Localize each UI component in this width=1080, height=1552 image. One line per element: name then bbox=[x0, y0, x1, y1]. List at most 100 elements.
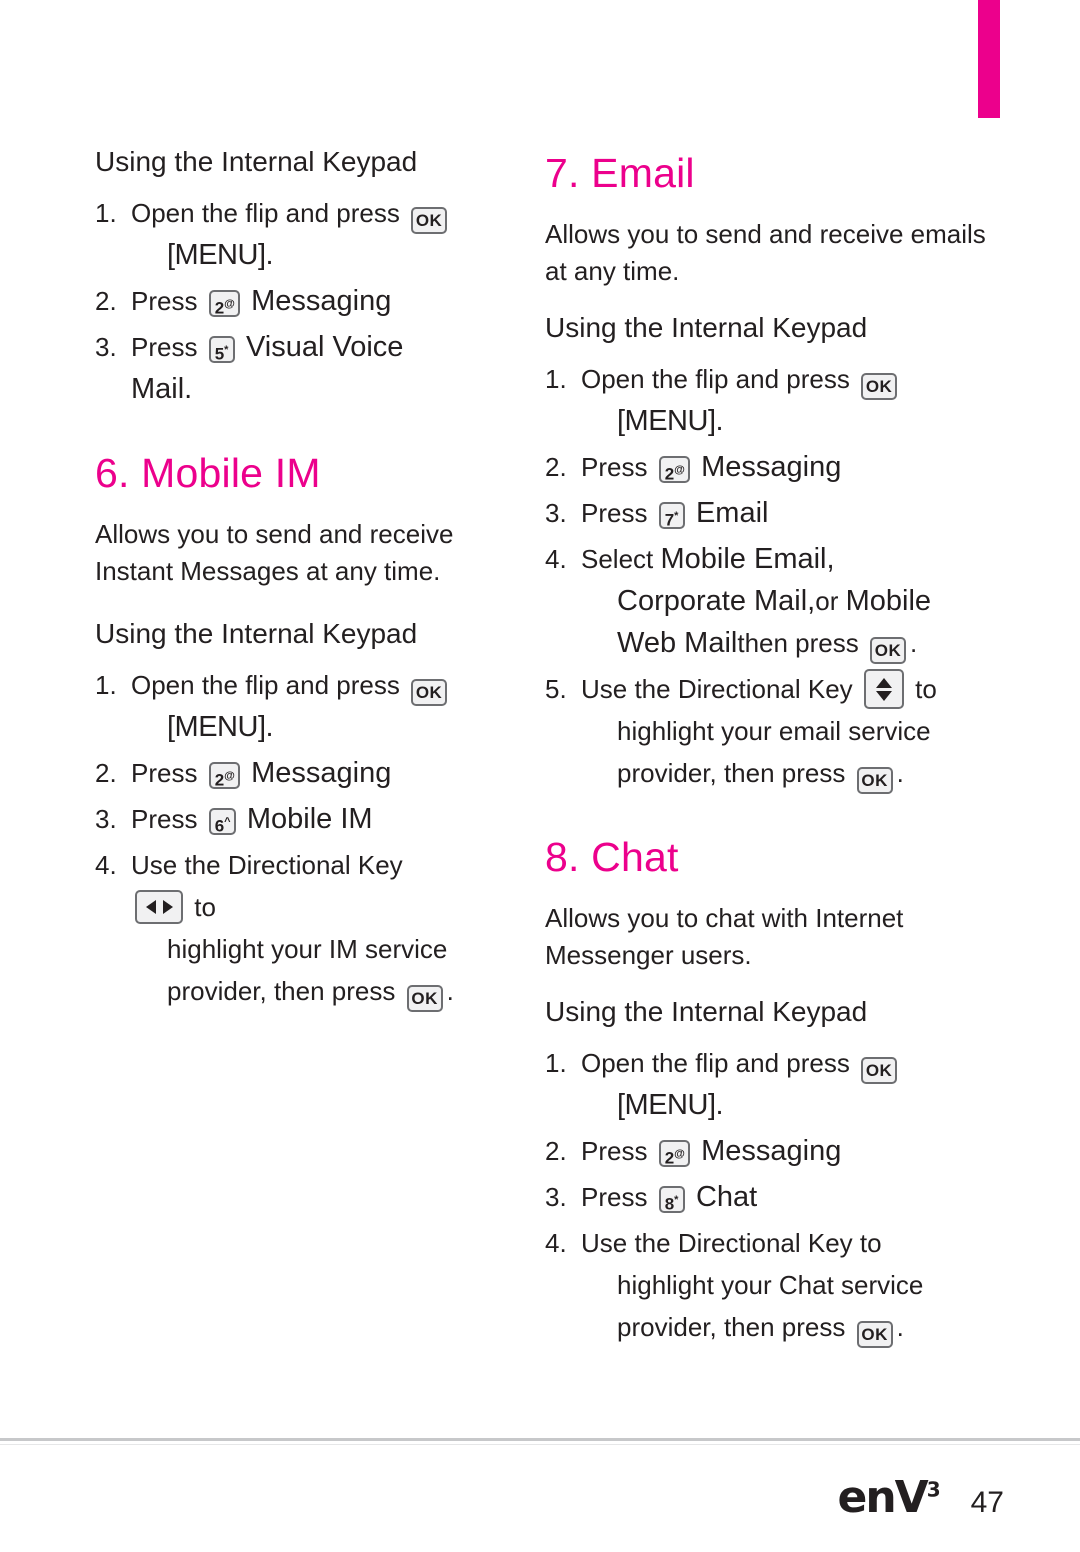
list-item: 3. Press 5* Visual Voice Mail. bbox=[95, 326, 462, 410]
step-number: 1. bbox=[545, 364, 567, 394]
footer-divider-thin bbox=[0, 1444, 1080, 1445]
ok-key-icon: OK bbox=[411, 207, 448, 234]
step-text: Press bbox=[581, 498, 648, 528]
menu-item-label: Messaging bbox=[701, 1135, 842, 1167]
section-intro-mobile-im: Allows you to send and receive Instant M… bbox=[95, 519, 454, 586]
step-line-2: highlight your IM service bbox=[167, 934, 448, 964]
list-item: 2. Press 2@ Messaging bbox=[545, 446, 1010, 488]
step-text: Open the flip and press bbox=[131, 670, 400, 700]
step-number: 1. bbox=[95, 670, 117, 700]
arrow-left-icon bbox=[145, 900, 156, 914]
ok-key-icon: OK bbox=[861, 1057, 898, 1084]
step-line-3-period: . bbox=[896, 758, 904, 788]
page-number: 47 bbox=[970, 1486, 1004, 1519]
step-line-3-text: provider, then press bbox=[167, 976, 396, 1006]
step-number: 3. bbox=[95, 332, 117, 362]
key-8-icon: 8* bbox=[658, 1186, 685, 1214]
section-heading-email: 7. Email bbox=[545, 150, 695, 196]
step-line-3: provider, then press OK. bbox=[581, 1306, 1010, 1348]
step-text: Press bbox=[581, 1136, 648, 1166]
manual-page: Using the Internal Keypad 1. Open the fl… bbox=[0, 0, 1080, 1552]
step-text: Press bbox=[131, 332, 198, 362]
arrow-right-icon bbox=[162, 900, 173, 914]
key-2-icon: 2@ bbox=[208, 762, 240, 790]
logo-text: enV bbox=[837, 1472, 928, 1523]
step-number: 2. bbox=[95, 758, 117, 788]
list-item: 4. Use the Directional Key to highlight … bbox=[545, 1222, 1010, 1348]
section-intro-email: Allows you to send and receive emails at… bbox=[545, 219, 986, 286]
key-2-icon: 2@ bbox=[658, 456, 690, 484]
list-item: 4. Select Mobile Email, Corporate Mail,o… bbox=[545, 538, 1010, 664]
list-item: 3. Press 6^ Mobile IM bbox=[95, 798, 462, 840]
step-line-2: highlight your email service bbox=[617, 716, 931, 746]
list-item: 1. Open the flip and press OK [MENU]. bbox=[95, 664, 462, 748]
up-down-arrow-key-icon bbox=[863, 669, 904, 709]
left-column: Using the Internal Keypad 1. Open the fl… bbox=[0, 118, 472, 1438]
step-text: Press bbox=[581, 1182, 648, 1212]
menu-item-label: Messaging bbox=[251, 757, 392, 789]
menu-item-label: Messaging bbox=[251, 285, 392, 317]
vvm-step-list: 1. Open the flip and press OK [MENU]. 2.… bbox=[95, 192, 462, 410]
step-line-2: highlight your Chat service bbox=[617, 1270, 924, 1300]
step-number: 4. bbox=[545, 544, 567, 574]
step-number: 3. bbox=[545, 1182, 567, 1212]
step-line-3: provider, then press OK. bbox=[131, 970, 462, 1012]
step-text: Use the Directional Key bbox=[581, 674, 853, 704]
step-text: Open the flip and press bbox=[581, 1048, 850, 1078]
step-number: 2. bbox=[545, 1136, 567, 1166]
section-heading-mobile-im: 6. Mobile IM bbox=[95, 450, 321, 496]
list-item: 4. Use the Directional Key to highlight … bbox=[95, 844, 462, 1012]
menu-label: [MENU]. bbox=[617, 1089, 724, 1121]
option-mobile-web-mail-part1: Mobile bbox=[845, 585, 932, 617]
step-text: Use the Directional Key bbox=[131, 850, 403, 880]
step-text-tail: to bbox=[194, 892, 216, 922]
list-item: 2. Press 2@ Messaging bbox=[545, 1130, 1010, 1172]
keypad-heading-email: Using the Internal Keypad bbox=[545, 312, 868, 343]
list-item: 3. Press 8* Chat bbox=[545, 1176, 1010, 1218]
email-step-list: 1. Open the flip and press OK [MENU]. 2.… bbox=[545, 358, 1010, 794]
ok-key-icon: OK bbox=[856, 767, 893, 794]
step-number: 1. bbox=[95, 198, 117, 228]
footer-content: enV3 47 bbox=[837, 1472, 1004, 1523]
ok-key-icon: OK bbox=[869, 637, 906, 664]
conjunction: or bbox=[815, 586, 839, 616]
step-tail-period: . bbox=[909, 628, 918, 658]
step-text: Open the flip and press bbox=[581, 364, 850, 394]
left-right-arrow-key-icon bbox=[135, 890, 183, 924]
option-mobile-web-mail-part2: Web Mail bbox=[617, 627, 738, 659]
step-text: Press bbox=[131, 758, 198, 788]
key-2-icon: 2@ bbox=[208, 290, 240, 318]
keypad-heading-mobile-im: Using the Internal Keypad bbox=[95, 618, 418, 649]
arrow-down-icon bbox=[875, 690, 892, 701]
step-number: 4. bbox=[545, 1228, 567, 1258]
step-text: Press bbox=[131, 804, 198, 834]
step-line-3-text: provider, then press bbox=[617, 758, 846, 788]
menu-item-label: Chat bbox=[695, 1181, 758, 1213]
page-footer: enV3 47 bbox=[0, 1438, 1080, 1552]
ok-key-icon: OK bbox=[406, 985, 443, 1012]
list-item: 2. Press 2@ Messaging bbox=[95, 280, 462, 322]
step-number: 5. bbox=[545, 674, 567, 704]
step-line-2: Corporate Mail,or Mobile bbox=[581, 580, 1010, 622]
option-mobile-email: Mobile Email, bbox=[660, 543, 835, 575]
step-number: 1. bbox=[545, 1048, 567, 1078]
list-item: 5. Use the Directional Key to highlight … bbox=[545, 668, 1010, 794]
step-text: Select bbox=[581, 544, 654, 574]
list-item: 1. Open the flip and press OK [MENU]. bbox=[545, 1042, 1010, 1126]
section-heading-chat: 8. Chat bbox=[545, 834, 679, 880]
logo-superscript: 3 bbox=[926, 1477, 941, 1502]
step-number: 2. bbox=[545, 452, 567, 482]
step-tail-text: then press bbox=[737, 628, 859, 658]
two-column-body: Using the Internal Keypad 1. Open the fl… bbox=[0, 118, 1080, 1438]
step-number: 2. bbox=[95, 286, 117, 316]
option-corporate-mail: Corporate Mail, bbox=[617, 585, 816, 617]
section-intro-chat: Allows you to chat with Internet Messeng… bbox=[545, 903, 904, 970]
step-line-3-text: provider, then press bbox=[617, 1312, 846, 1342]
list-item: 1. Open the flip and press OK [MENU]. bbox=[95, 192, 462, 276]
key-7-icon: 7* bbox=[658, 502, 685, 530]
step-line-3-period: . bbox=[896, 1312, 904, 1342]
step-number: 3. bbox=[95, 804, 117, 834]
step-line-3-period: . bbox=[446, 976, 454, 1006]
menu-label: [MENU]. bbox=[167, 239, 274, 271]
step-text: Open the flip and press bbox=[131, 198, 400, 228]
